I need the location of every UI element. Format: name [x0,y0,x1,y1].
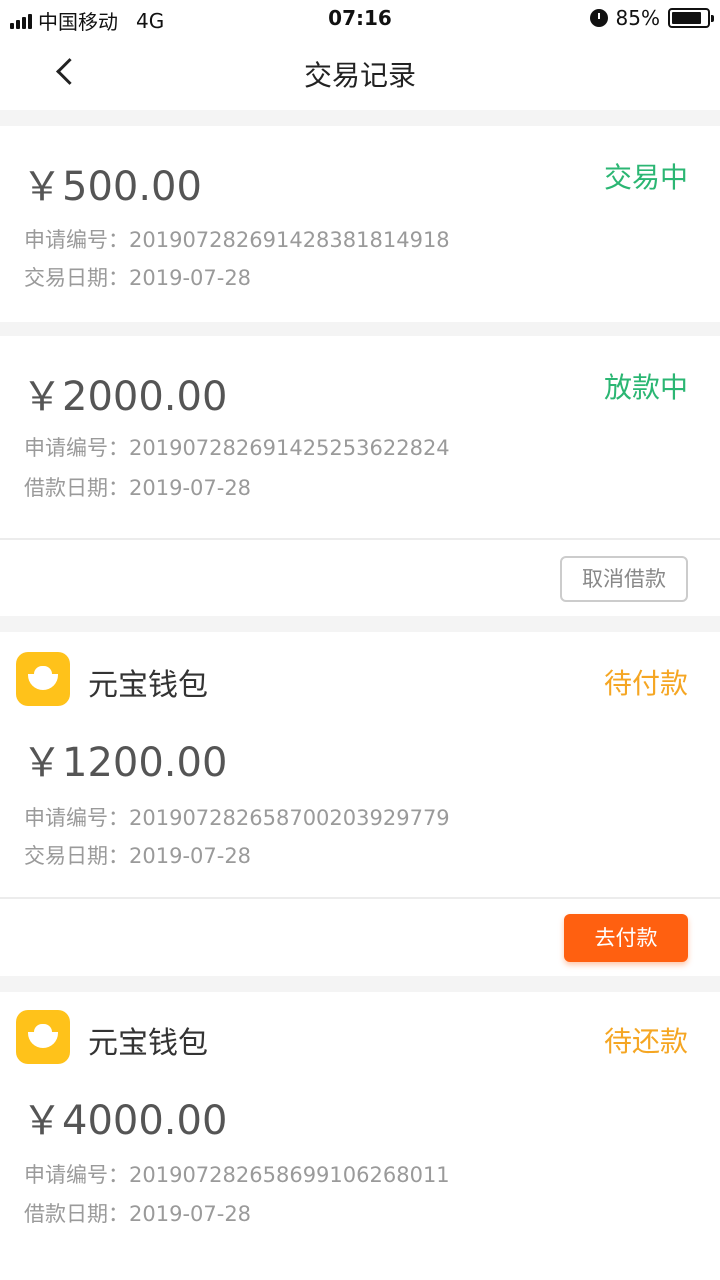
cancel-loan-button[interactable]: 取消借款 [560,556,688,602]
amount: ￥4000.00 [22,1098,228,1144]
application-number-value: 201907282691425253622824 [129,436,450,460]
amount: ￥2000.00 [22,374,228,420]
divider [0,897,720,899]
date-label: 借款日期： [24,476,129,500]
yuanbao-logo-icon [16,652,70,706]
date-value: 2019-07-28 [129,1202,252,1226]
page-title: 交易记录 [303,59,416,92]
date-value: 2019-07-28 [129,476,252,500]
pay-button[interactable]: 去付款 [564,914,688,962]
brand-name: 元宝钱包 [88,1026,208,1061]
record-card[interactable]: 元宝钱包 待还款 ￥4000.00 申请编号：20190728265869910… [0,992,720,1280]
application-number: 申请编号：201907282658700203929779 [24,799,450,837]
application-number-label: 申请编号： [24,228,129,252]
application-number: 申请编号：201907282658699106268011 [24,1156,450,1194]
application-number: 申请编号：201907282691428381814918 [24,221,450,259]
brand-name: 元宝钱包 [88,668,208,703]
record-card[interactable]: 元宝钱包 待付款 ￥1200.00 申请编号：20190728265870020… [0,632,720,976]
status-label: 待还款 [603,1025,688,1058]
date-value: 2019-07-28 [129,844,252,868]
loan-date: 借款日期：2019-07-28 [24,1195,251,1233]
amount: ￥1200.00 [22,740,228,786]
status-label: 交易中 [603,161,688,194]
application-number-label: 申请编号： [24,1163,129,1187]
status-bar: 中国移动 4G 07:16 85% [0,0,720,36]
application-number-value: 201907282691428381814918 [129,228,450,252]
loan-date: 借款日期：2019-07-28 [24,469,251,507]
status-label: 待付款 [603,667,688,700]
status-label: 放款中 [603,371,688,404]
yuanbao-logo-icon [16,1010,70,1064]
date-value: 2019-07-28 [129,266,252,290]
battery-percent: 85% [615,6,660,30]
application-number: 申请编号：201907282691425253622824 [24,429,450,467]
transaction-date: 交易日期：2019-07-28 [24,837,251,875]
record-card[interactable]: ￥2000.00 放款中 申请编号：2019072826914252536228… [0,336,720,616]
transaction-date: 交易日期：2019-07-28 [24,259,251,297]
application-number-label: 申请编号： [24,436,129,460]
date-label: 借款日期： [24,1202,129,1226]
date-label: 交易日期： [24,844,129,868]
record-card[interactable]: ￥500.00 交易中 申请编号：20190728269142838181491… [0,126,720,322]
date-label: 交易日期： [24,266,129,290]
nav-bar: 交易记录 [0,36,720,110]
divider [0,538,720,540]
amount: ￥500.00 [22,164,202,210]
application-number-value: 201907282658700203929779 [129,806,450,830]
status-right: 85% [589,6,714,30]
application-number-value: 201907282658699106268011 [129,1163,450,1187]
battery-icon [668,8,714,28]
alarm-icon [589,9,608,27]
application-number-label: 申请编号： [24,806,129,830]
